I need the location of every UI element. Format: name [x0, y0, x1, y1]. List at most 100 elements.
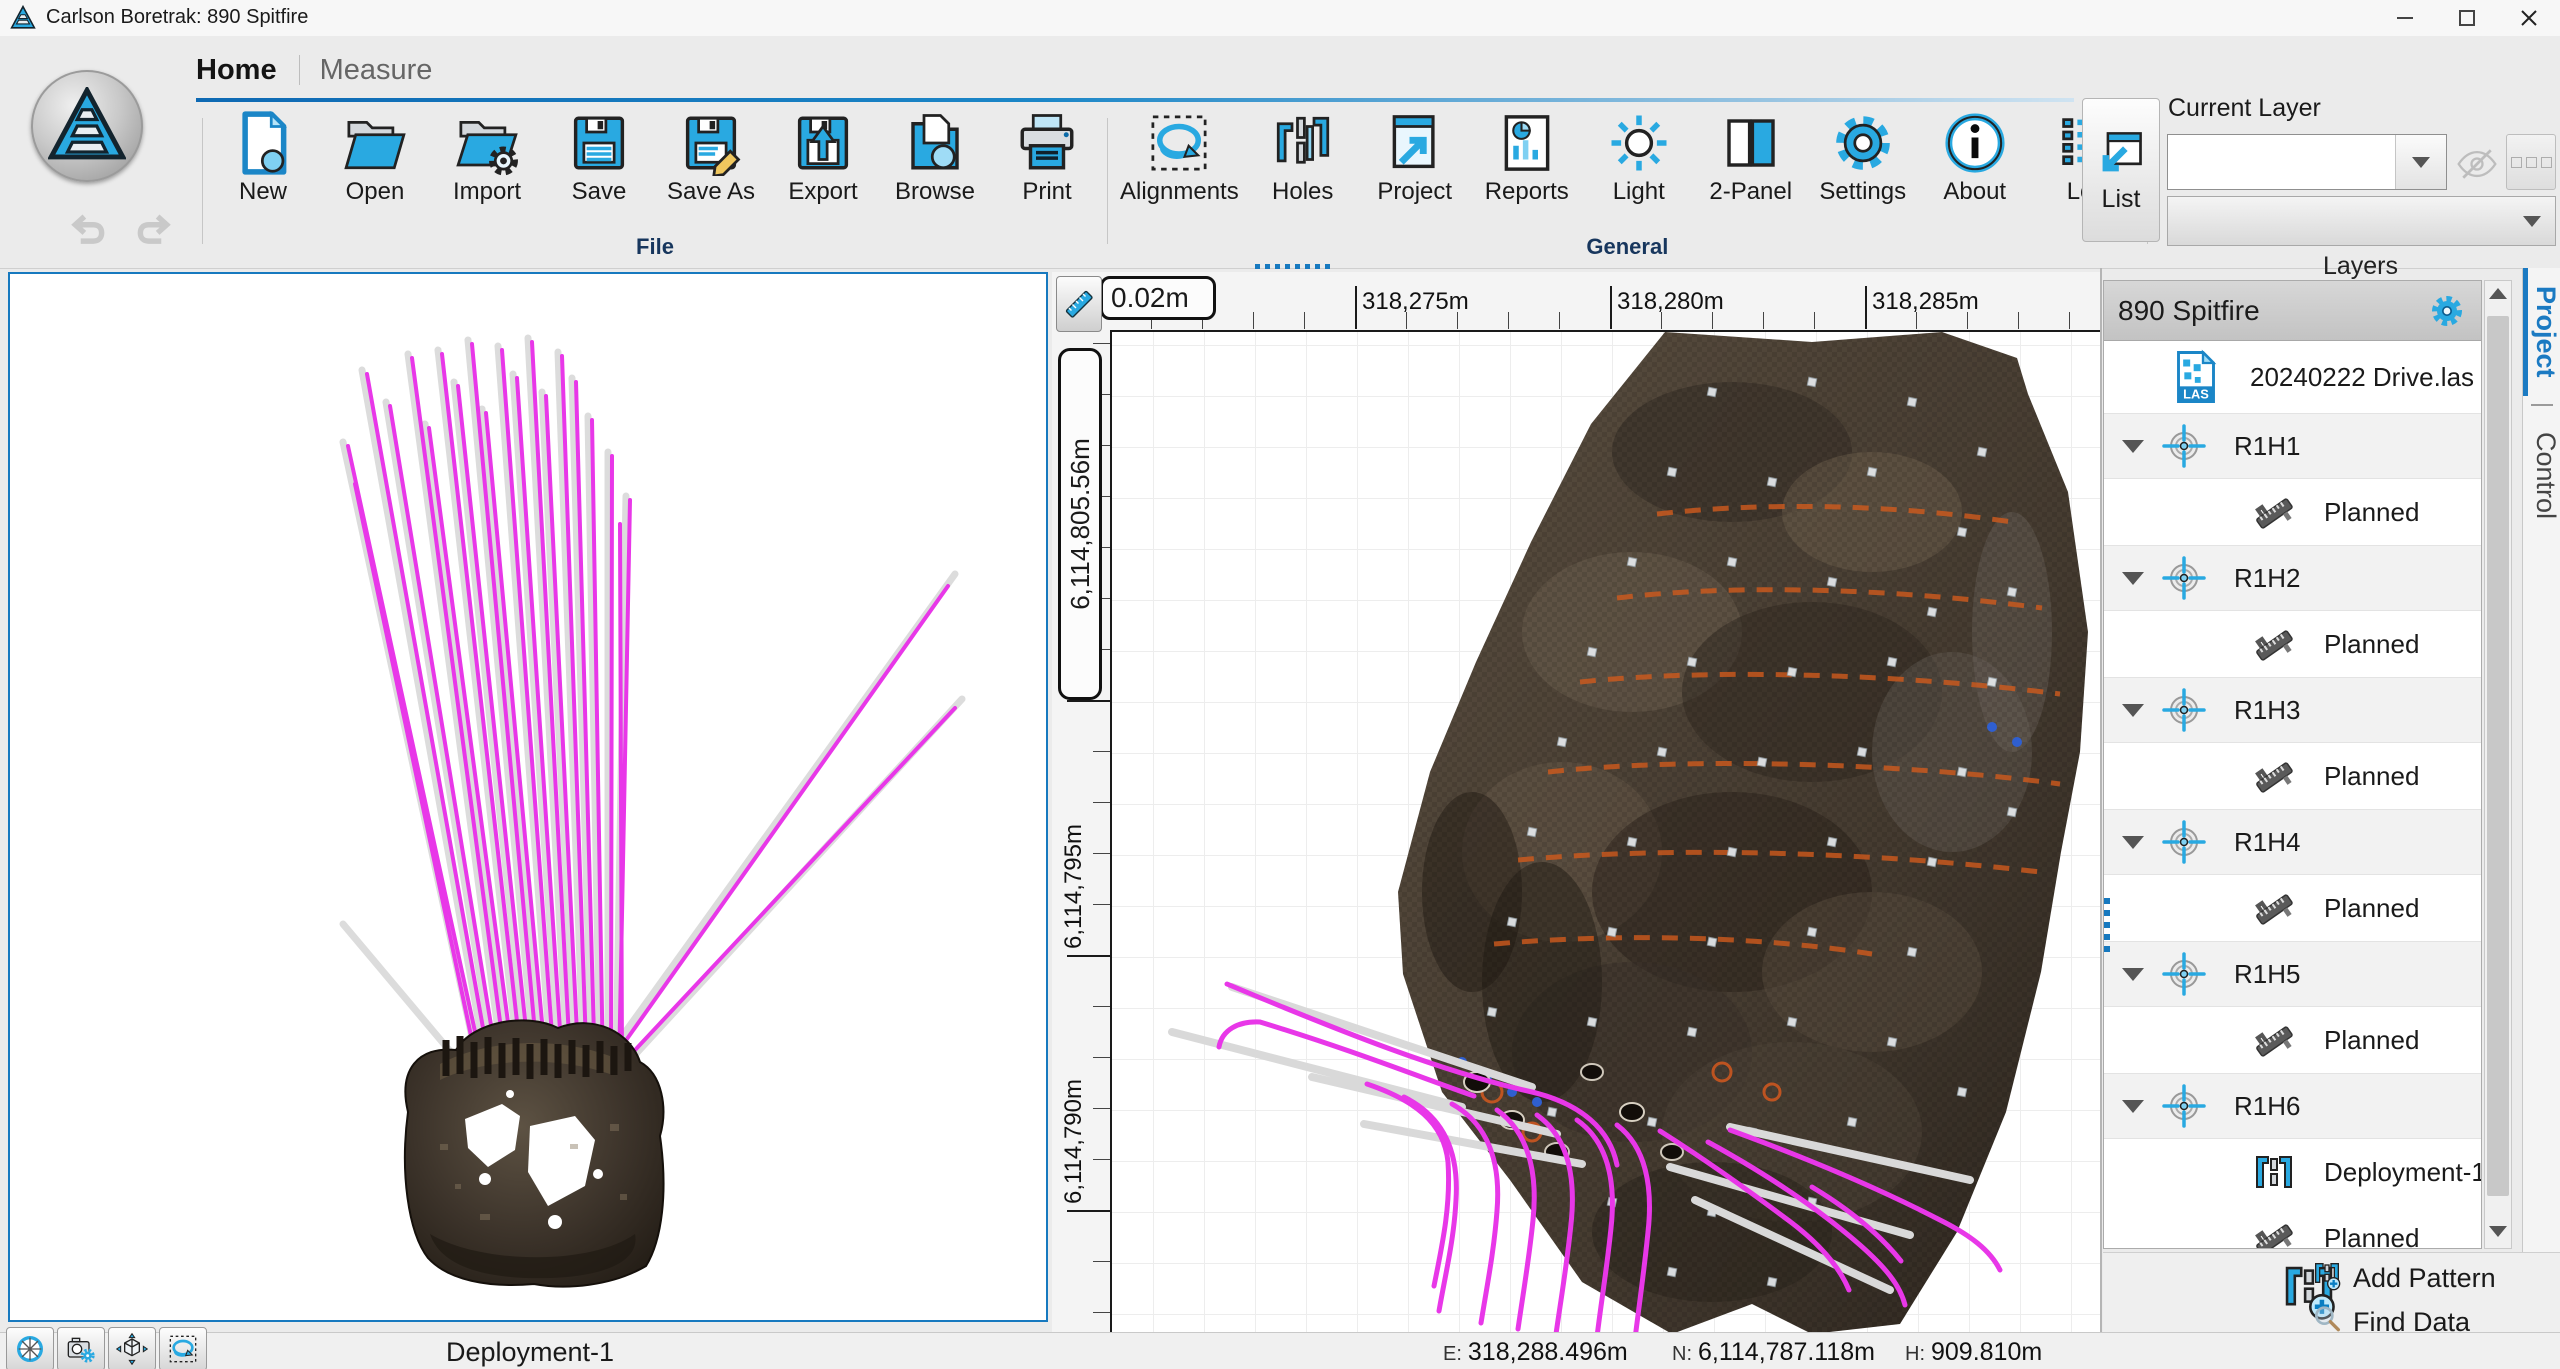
- v-ruler-minor-tick: [1093, 1261, 1110, 1262]
- tree-row-planned[interactable]: Planned: [2104, 1205, 2481, 1249]
- window-title: Carlson Boretrak: 890 Spitfire: [46, 6, 308, 29]
- tree-row-r1h4[interactable]: R1H4: [2104, 809, 2481, 875]
- chevron-down-icon[interactable]: [2122, 572, 2144, 585]
- combo-arrow[interactable]: [2395, 135, 2446, 189]
- ribbon-button-browse[interactable]: Browse: [879, 106, 991, 206]
- add-pattern-button[interactable]: Add Pattern: [2311, 1259, 2496, 1298]
- hole-target-icon: [2160, 686, 2208, 734]
- ribbon-button-label: 2-Panel: [1709, 178, 1792, 206]
- project-settings-gear-icon[interactable]: [2427, 291, 2467, 331]
- dock-tab-project[interactable]: Project: [2523, 268, 2560, 396]
- tree-row-planned[interactable]: Planned: [2104, 1007, 2481, 1073]
- v-ruler-minor-tick: [1093, 1057, 1110, 1058]
- tree-row-deployment-1[interactable]: Deployment-1: [2104, 1139, 2481, 1205]
- project-title: 890 Spitfire: [2118, 295, 2260, 327]
- redo-button[interactable]: [132, 212, 176, 257]
- chevron-down-icon[interactable]: [2122, 440, 2144, 453]
- viewport-plan-scan[interactable]: [1110, 330, 2100, 1332]
- nav-compass-button[interactable]: [6, 1327, 54, 1369]
- easting-readout: E:318,288.496m: [1443, 1338, 1628, 1367]
- h-ruler-minor-tick: [1253, 312, 1254, 329]
- carlson-logo-button[interactable]: [31, 70, 143, 182]
- save-floppy-icon: [566, 110, 632, 176]
- planned-ruler-icon: [2250, 752, 2298, 800]
- ribbon-button-label: Light: [1613, 178, 1665, 206]
- h-ruler-minor-tick: [1814, 312, 1815, 329]
- ribbon-button-open[interactable]: Open: [319, 106, 431, 206]
- h-ruler-label: 318,280m: [1617, 288, 1724, 316]
- chevron-down-icon[interactable]: [2122, 704, 2144, 717]
- nav-cube-extents-button[interactable]: [108, 1327, 156, 1369]
- tab-home[interactable]: Home: [196, 54, 295, 87]
- chevron-down-icon[interactable]: [2122, 968, 2144, 981]
- tree-row-20240222-drive-las-[interactable]: LAS20240222 Drive.las - ...: [2104, 341, 2481, 413]
- two-panel-icon: [1718, 110, 1784, 176]
- tree-row-r1h1[interactable]: R1H1: [2104, 413, 2481, 479]
- scroll-down-arrow[interactable]: [2489, 1226, 2507, 1237]
- ribbon-button-save[interactable]: Save: [543, 106, 655, 206]
- layer-filter-combobox[interactable]: [2167, 196, 2556, 246]
- v-ruler-major-tick: [1067, 1210, 1110, 1212]
- ribbon-button-new[interactable]: New: [207, 106, 319, 206]
- tree-row-planned[interactable]: Planned: [2104, 479, 2481, 545]
- h-ruler-label: 318,285m: [1872, 288, 1979, 316]
- ribbon-button-alignments[interactable]: Alignments: [1112, 106, 1247, 206]
- chevron-down-icon[interactable]: [2122, 1100, 2144, 1113]
- ribbon-button-holes[interactable]: Holes: [1247, 106, 1359, 206]
- tab-measure[interactable]: Measure: [320, 54, 451, 87]
- tree-row-r1h6[interactable]: R1H6: [2104, 1073, 2481, 1139]
- ribbon-button-reports[interactable]: Reports: [1471, 106, 1583, 206]
- h-ruler-minor-tick: [1508, 312, 1509, 329]
- current-layer-combobox[interactable]: [2167, 134, 2447, 190]
- ribbon-button-label: Save As: [667, 178, 755, 206]
- hole-target-icon: [2160, 554, 2208, 602]
- h-ruler-minor-tick: [2069, 312, 2070, 329]
- ruler-tool-button[interactable]: [1056, 276, 1102, 332]
- h-ruler-label: 318,275m: [1362, 288, 1469, 316]
- status-bar: Deployment-1 E:318,288.496m N:6,114,787.…: [0, 1332, 2560, 1369]
- v-ruler-minor-tick: [1093, 1006, 1110, 1007]
- v-ruler-major-tick: [1067, 700, 1110, 702]
- chevron-down-icon[interactable]: [2122, 836, 2144, 849]
- ribbon-groups: NewOpen Import Save Save As ExportBrowsePrin…: [198, 106, 2152, 264]
- layer-list-button[interactable]: List: [2082, 98, 2160, 242]
- ribbon-button-label: Import: [453, 178, 521, 206]
- hole-target-icon: [2160, 1082, 2208, 1130]
- scrollbar-thumb[interactable]: [2487, 316, 2509, 1196]
- maximize-button[interactable]: [2436, 0, 2498, 36]
- ribbon-button-light[interactable]: Light: [1583, 106, 1695, 206]
- panel-drag-handle[interactable]: [1255, 264, 1330, 269]
- ribbon-button-save-as[interactable]: Save As: [655, 106, 767, 206]
- sidebar-drag-handle[interactable]: [2104, 898, 2110, 952]
- nav-alignment-box-button[interactable]: [159, 1327, 207, 1369]
- open-folder-icon: [342, 110, 408, 176]
- tree-row-planned[interactable]: Planned: [2104, 743, 2481, 809]
- scroll-up-arrow[interactable]: [2489, 288, 2507, 299]
- ribbon-button-2-panel[interactable]: 2-Panel: [1695, 106, 1807, 206]
- tree-row-label: R1H2: [2234, 563, 2300, 594]
- viewport-3d-deployment[interactable]: [8, 272, 1048, 1322]
- nav-camera-gear-button[interactable]: [57, 1327, 105, 1369]
- tree-row-r1h3[interactable]: R1H3: [2104, 677, 2481, 743]
- ribbon-button-print[interactable]: Print: [991, 106, 1103, 206]
- tree-row-planned[interactable]: Planned: [2104, 875, 2481, 941]
- northing-readout: 6,114,805.56m: [1058, 348, 1102, 700]
- tree-row-planned[interactable]: Planned: [2104, 611, 2481, 677]
- ribbon-button-import[interactable]: Import: [431, 106, 543, 206]
- close-button[interactable]: [2498, 0, 2560, 36]
- layer-options-button[interactable]: [2506, 134, 2556, 190]
- gear-icon: [1830, 110, 1896, 176]
- layer-visibility-icon: [2455, 142, 2499, 180]
- ribbon-button-settings[interactable]: Settings: [1807, 106, 1919, 206]
- dock-tab-control[interactable]: Control: [2523, 414, 2560, 537]
- ribbon-button-project[interactable]: Project: [1359, 106, 1471, 206]
- ribbon-button-about[interactable]: About: [1919, 106, 2031, 206]
- planned-ruler-icon: [2250, 1214, 2298, 1249]
- ribbon-button-label: Reports: [1485, 178, 1569, 206]
- minimize-button[interactable]: [2374, 0, 2436, 36]
- ribbon-button-export[interactable]: Export: [767, 106, 879, 206]
- undo-button[interactable]: [66, 212, 110, 257]
- sidebar-splitter[interactable]: [2100, 268, 2102, 1369]
- tree-row-r1h2[interactable]: R1H2: [2104, 545, 2481, 611]
- tree-row-r1h5[interactable]: R1H5: [2104, 941, 2481, 1007]
